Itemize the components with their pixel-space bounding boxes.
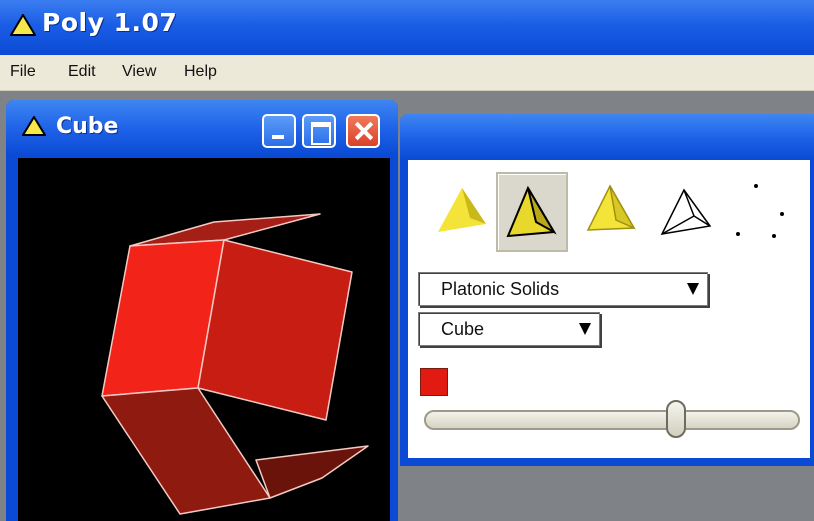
- slider-track[interactable]: [424, 410, 800, 430]
- app-triangle-icon: [10, 14, 36, 36]
- app-title: Poly 1.07: [42, 8, 178, 37]
- view-mode-wireframe-button[interactable]: [650, 172, 722, 252]
- minimize-button[interactable]: [262, 114, 296, 148]
- solid-select[interactable]: Cube: [418, 312, 600, 346]
- view-mode-edged-button[interactable]: [496, 172, 568, 252]
- cube-window-title: Cube: [56, 114, 119, 139]
- polyhedron-render: [101, 213, 369, 515]
- 3d-viewport[interactable]: [18, 158, 390, 521]
- controls-panel: Platonic Solids Cube: [408, 160, 810, 458]
- solid-select-value: Cube: [441, 319, 485, 339]
- menu-file[interactable]: File: [10, 63, 36, 81]
- chevron-down-icon: [579, 323, 591, 335]
- main-title-bar: Poly 1.07: [0, 0, 814, 55]
- menu-view[interactable]: View: [122, 63, 156, 81]
- menu-bar: File Edit View Help: [0, 55, 814, 91]
- close-button[interactable]: [346, 114, 380, 148]
- view-mode-flat-button[interactable]: [576, 172, 648, 252]
- color-swatch-button[interactable]: [420, 368, 448, 396]
- menu-edit[interactable]: Edit: [68, 63, 96, 81]
- polyhedron-face: [197, 239, 353, 421]
- solid-edged-icon: [506, 185, 557, 238]
- view-mode-solid-button[interactable]: [426, 172, 498, 252]
- menu-help[interactable]: Help: [184, 63, 217, 81]
- window-triangle-icon: [22, 116, 46, 136]
- chevron-down-icon: [687, 283, 699, 295]
- wireframe-icon: [660, 188, 712, 235]
- family-select-value: Platonic Solids: [441, 279, 560, 299]
- controls-window-title-bar[interactable]: [400, 114, 814, 160]
- solid-shaded-icon: [438, 188, 486, 232]
- flat-shaded-icon: [586, 184, 636, 231]
- maximize-button[interactable]: [302, 114, 336, 148]
- controls-window: Platonic Solids Cube: [400, 114, 814, 466]
- cube-window: Cube: [6, 100, 398, 521]
- slider-thumb[interactable]: [666, 400, 687, 438]
- application-frame: Poly 1.07 File Edit View Help Cube Plato…: [0, 0, 814, 521]
- vertices-icon: [736, 184, 784, 238]
- family-select[interactable]: Platonic Solids: [418, 272, 708, 306]
- polyhedron-face: [101, 387, 271, 515]
- view-mode-vertices-button[interactable]: [726, 172, 798, 252]
- cube-window-title-bar[interactable]: Cube: [6, 100, 398, 156]
- polyhedron-face: [255, 445, 369, 499]
